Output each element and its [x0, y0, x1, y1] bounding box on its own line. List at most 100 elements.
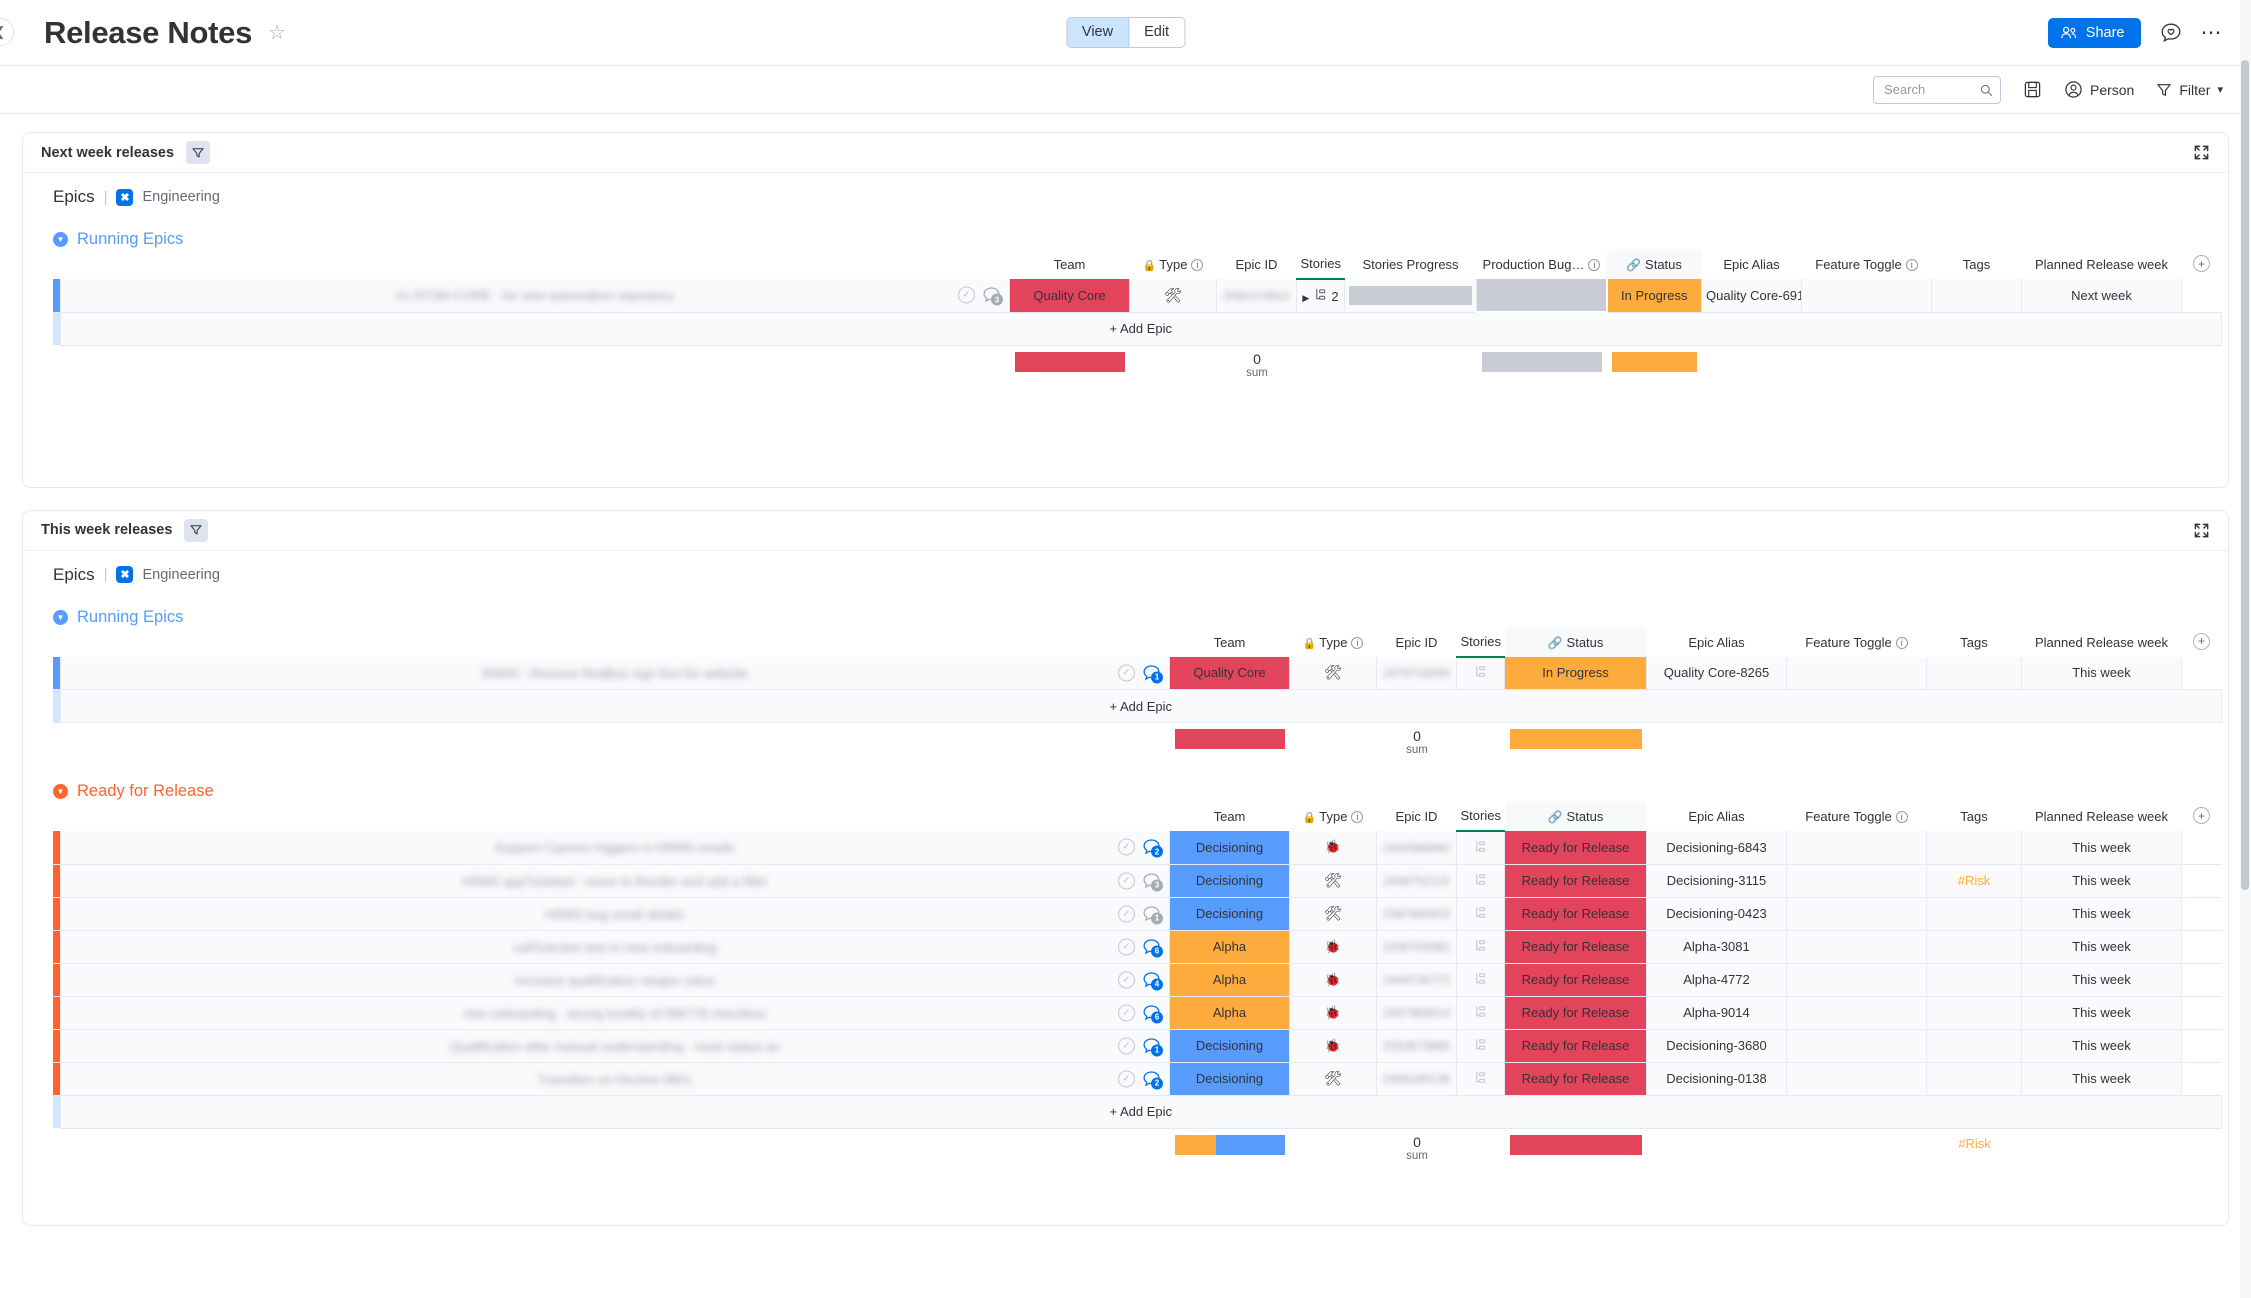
add-epic-row[interactable]: + Add Epic: [53, 312, 2222, 346]
done-check-icon[interactable]: ✓: [1118, 1004, 1135, 1021]
epic-id-summary-cell[interactable]: 0 sum: [1377, 723, 1457, 765]
done-check-icon[interactable]: ✓: [1118, 872, 1135, 889]
column-header[interactable]: Team: [1170, 801, 1290, 831]
status-cell[interactable]: Ready for Release: [1504, 864, 1647, 898]
table-row[interactable]: Qualification after manual understanding…: [53, 1029, 2222, 1063]
column-header[interactable]: Epic ID: [1377, 627, 1457, 657]
info-icon[interactable]: i: [1588, 259, 1601, 271]
table-row[interactable]: Support Cypress triggers in HRMS emails ✓…: [53, 831, 2222, 865]
production-bug-summary-cell[interactable]: [1477, 346, 1607, 388]
column-header[interactable]: 🔗 Status: [1504, 626, 1647, 657]
epic-name-cell[interactable]: HRMS bug email details ✓ 1: [60, 897, 1170, 931]
team-summary-cell[interactable]: [1170, 723, 1290, 765]
info-icon[interactable]: i: [1895, 811, 1908, 823]
feature-toggle-cell[interactable]: [1786, 930, 1927, 964]
status-cell[interactable]: Ready for Release: [1504, 831, 1647, 865]
status-cell[interactable]: Ready for Release: [1504, 1062, 1647, 1096]
stories-progress-cell[interactable]: [1344, 279, 1477, 313]
production-bug-cell[interactable]: [1476, 279, 1608, 313]
column-header[interactable]: Feature Toggle i: [1787, 627, 1927, 657]
info-icon[interactable]: i: [1191, 259, 1204, 271]
team-summary-cell[interactable]: [1010, 346, 1130, 388]
comments-button[interactable]: 4: [1142, 971, 1163, 990]
column-header[interactable]: 🔒 Type i: [1130, 249, 1217, 279]
done-check-icon[interactable]: ✓: [958, 286, 975, 304]
epic-alias-cell[interactable]: Decisioning-3115: [1646, 864, 1787, 898]
save-view-button[interactable]: [2023, 80, 2042, 99]
epic-alias-cell[interactable]: Decisioning-0423: [1646, 897, 1787, 931]
epic-id-cell[interactable]: 2253673680: [1376, 1029, 1457, 1063]
epic-name-cell[interactable]: new onboarding - wrong locality of 09677…: [60, 996, 1170, 1030]
column-header[interactable]: Feature Toggle i: [1802, 249, 1932, 279]
stories-cell[interactable]: [1456, 1029, 1505, 1063]
tags-cell[interactable]: [1926, 930, 2022, 964]
team-cell[interactable]: Decisioning: [1169, 864, 1290, 898]
add-column-button[interactable]: +: [2193, 807, 2210, 824]
group-title[interactable]: ▼ Running Epics: [53, 230, 183, 249]
done-check-icon[interactable]: ✓: [1118, 838, 1135, 856]
group-collapse-icon[interactable]: ▼: [53, 609, 68, 625]
epic-id-cell[interactable]: 2442586840: [1376, 831, 1457, 865]
epic-alias-cell[interactable]: Decisioning-6843: [1646, 831, 1787, 865]
table-row[interactable]: HRMS appTicketed - move to Render and ad…: [53, 864, 2222, 898]
add-epic-button[interactable]: + Add Epic: [60, 1095, 2222, 1129]
type-cell[interactable]: 🐞: [1289, 1029, 1377, 1063]
column-header[interactable]: Stories: [1456, 801, 1505, 832]
comments-button[interactable]: 6: [1142, 1004, 1163, 1023]
widget-expand-button[interactable]: [2193, 144, 2210, 166]
table-row[interactable]: Increase qualification ranges value ✓ 4 Alp…: [53, 963, 2222, 997]
column-header[interactable]: Epic Alias: [1647, 801, 1787, 831]
epic-id-cell[interactable]: 2478718265: [1376, 656, 1457, 690]
collapse-sidebar-button[interactable]: ❮: [0, 18, 14, 46]
epic-id-cell[interactable]: 2444734772: [1376, 963, 1457, 997]
add-epic-button[interactable]: + Add Epic: [60, 689, 2222, 723]
epic-name-cell[interactable]: HRMS appTicketed - move to Render and ad…: [60, 864, 1170, 898]
feature-toggle-cell[interactable]: [1786, 1029, 1927, 1063]
add-epic-row[interactable]: + Add Epic: [53, 689, 2222, 723]
add-column-button[interactable]: +: [2193, 255, 2210, 272]
type-cell[interactable]: 🛠: [1289, 864, 1377, 898]
stories-cell[interactable]: [1456, 1062, 1505, 1096]
info-icon[interactable]: i: [1351, 636, 1364, 649]
status-cell[interactable]: Ready for Release: [1504, 963, 1647, 997]
feature-toggle-cell[interactable]: [1786, 963, 1927, 997]
column-header[interactable]: Epic Alias: [1647, 627, 1787, 657]
feature-toggle-cell[interactable]: [1786, 897, 1927, 931]
tags-cell[interactable]: [1926, 656, 2022, 690]
team-cell[interactable]: Quality Core: [1009, 279, 1130, 313]
column-header[interactable]: Team: [1010, 249, 1130, 279]
status-cell[interactable]: Ready for Release: [1504, 1029, 1647, 1063]
tags-cell[interactable]: [1926, 1029, 2022, 1063]
stories-cell[interactable]: [1456, 831, 1505, 865]
epic-name-cell[interactable]: Support Cypress triggers in HRMS emails ✓…: [60, 831, 1170, 865]
planned-release-week-cell[interactable]: This week: [2021, 897, 2182, 931]
group-title[interactable]: ▼ Ready for Release: [53, 782, 214, 801]
info-icon[interactable]: i: [1905, 259, 1918, 271]
column-header[interactable]: Epic Alias: [1702, 249, 1802, 279]
status-cell[interactable]: In Progress: [1504, 656, 1647, 690]
comments-button[interactable]: 3: [982, 287, 1003, 306]
tags-cell[interactable]: [1931, 279, 2022, 313]
share-button[interactable]: Share: [2047, 17, 2141, 48]
tags-cell[interactable]: [1926, 1062, 2022, 1096]
status-cell[interactable]: In Progress: [1606, 279, 1702, 313]
team-cell[interactable]: Alpha: [1169, 930, 1290, 964]
tags-summary-cell[interactable]: #Risk: [1927, 1129, 2022, 1171]
epic-id-cell[interactable]: 2448752115: [1376, 864, 1457, 898]
epic-alias-cell[interactable]: Alpha-3081: [1646, 930, 1787, 964]
epic-alias-cell[interactable]: Decisioning-0138: [1646, 1062, 1787, 1096]
team-cell[interactable]: Alpha: [1169, 996, 1290, 1030]
planned-release-week-cell[interactable]: This week: [2021, 831, 2182, 865]
team-cell[interactable]: Decisioning: [1169, 1062, 1290, 1096]
status-summary-cell[interactable]: [1607, 346, 1702, 388]
planned-release-week-cell[interactable]: This week: [2021, 864, 2182, 898]
done-check-icon[interactable]: ✓: [1118, 664, 1135, 682]
team-cell[interactable]: Decisioning: [1169, 831, 1290, 865]
epic-name-cell[interactable]: Increase qualification ranges value ✓ 4: [60, 963, 1170, 997]
column-header[interactable]: Tags: [1927, 627, 2022, 657]
feature-toggle-cell[interactable]: [1786, 996, 1927, 1030]
team-cell[interactable]: Alpha: [1169, 963, 1290, 997]
comments-button[interactable]: 3: [1142, 872, 1163, 891]
column-header[interactable]: Stories Progress: [1345, 249, 1477, 279]
planned-release-week-cell[interactable]: This week: [2021, 930, 2182, 964]
